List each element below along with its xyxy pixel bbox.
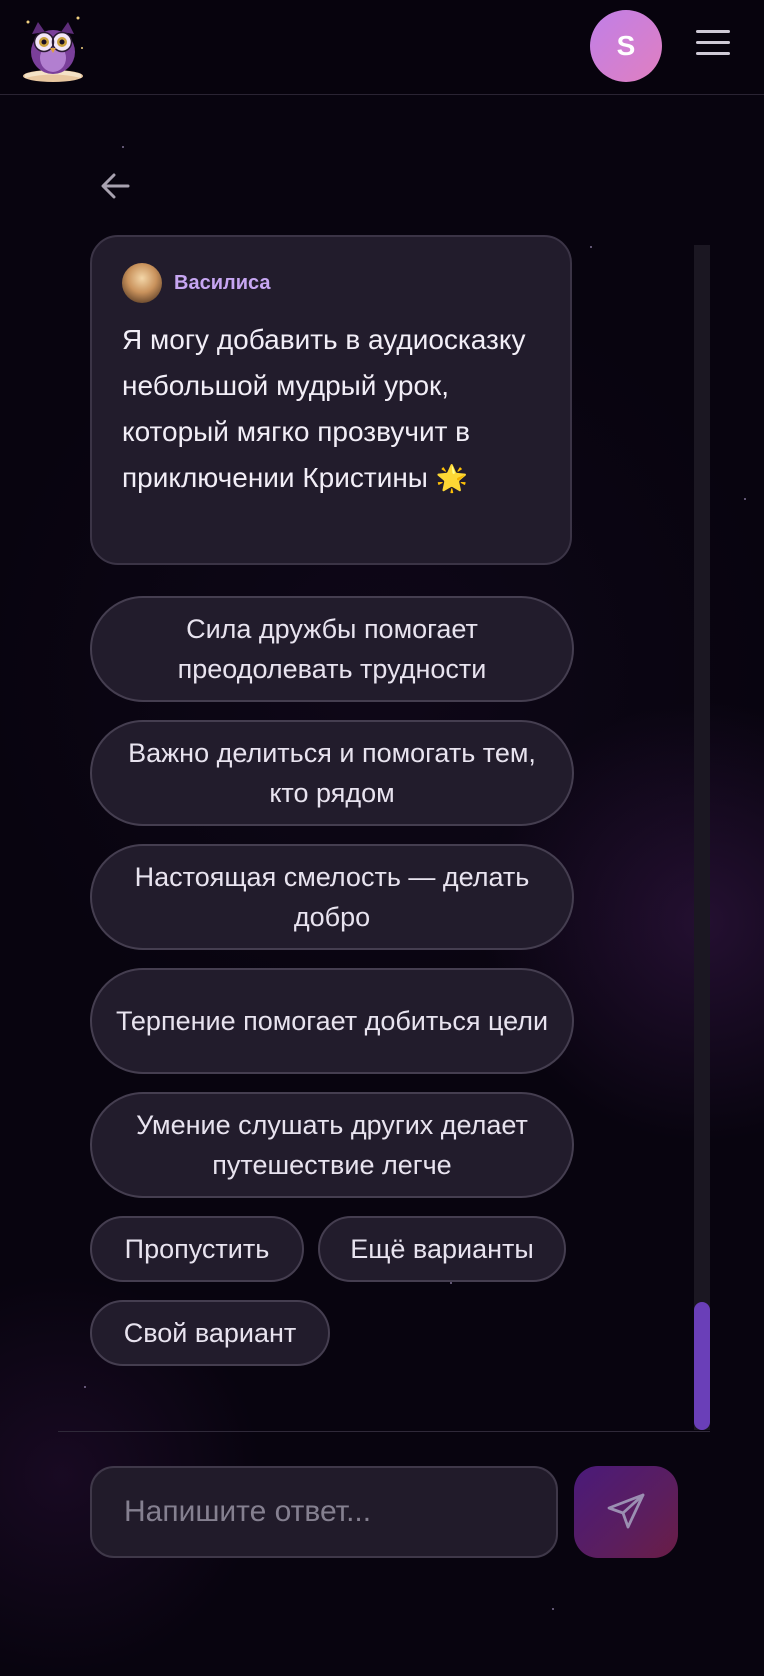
- skip-label: Пропустить: [124, 1233, 270, 1264]
- composer-divider: [58, 1431, 710, 1432]
- glowing-star-icon: 🌟: [435, 463, 469, 493]
- more-options-button[interactable]: Ещё варианты: [318, 1216, 566, 1282]
- owl-logo-icon[interactable]: [16, 8, 90, 84]
- option-label: Терпение помогает добиться цели: [115, 1006, 549, 1036]
- option-label: Важно делиться и помогать тем, кто рядом: [128, 738, 536, 808]
- arrow-left-icon: [101, 173, 130, 199]
- user-initial: S: [616, 30, 636, 61]
- app-header: S: [0, 0, 764, 95]
- option-button[interactable]: Настоящая смелость — делать добро: [90, 844, 574, 950]
- option-button[interactable]: Терпение помогает добиться цели: [90, 968, 574, 1074]
- star-decoration: [552, 1608, 554, 1610]
- skip-button[interactable]: Пропустить: [90, 1216, 304, 1282]
- back-button[interactable]: [98, 168, 136, 204]
- assistant-message: Василиса Я могу добавить в аудиосказку н…: [90, 235, 572, 565]
- star-decoration: [744, 498, 746, 500]
- assistant-avatar: [122, 263, 162, 303]
- custom-option-button[interactable]: Свой вариант: [90, 1300, 330, 1366]
- user-avatar[interactable]: S: [590, 10, 662, 82]
- custom-option-label: Свой вариант: [123, 1317, 297, 1348]
- option-label: Сила дружбы помогает преодолевать трудно…: [177, 614, 487, 684]
- option-button[interactable]: Умение слушать других делает путешествие…: [90, 1092, 574, 1198]
- paper-plane-icon: [607, 1493, 645, 1529]
- star-decoration: [122, 146, 124, 148]
- reply-input[interactable]: [90, 1466, 558, 1558]
- chat-area: Василиса Я могу добавить в аудиосказку н…: [58, 235, 710, 1430]
- message-author: Василиса: [174, 271, 271, 294]
- message-header: Василиса: [122, 263, 540, 303]
- send-button[interactable]: [574, 1466, 678, 1558]
- hamburger-menu-icon[interactable]: [696, 30, 730, 60]
- option-button[interactable]: Важно делиться и помогать тем, кто рядом: [90, 720, 574, 826]
- option-label: Умение слушать других делает путешествие…: [136, 1110, 528, 1180]
- option-label: Настоящая смелость — делать добро: [134, 862, 530, 932]
- message-text: Я могу добавить в аудиосказку небольшой …: [122, 317, 540, 501]
- option-button[interactable]: Сила дружбы помогает преодолевать трудно…: [90, 596, 574, 702]
- more-options-label: Ещё варианты: [350, 1233, 534, 1264]
